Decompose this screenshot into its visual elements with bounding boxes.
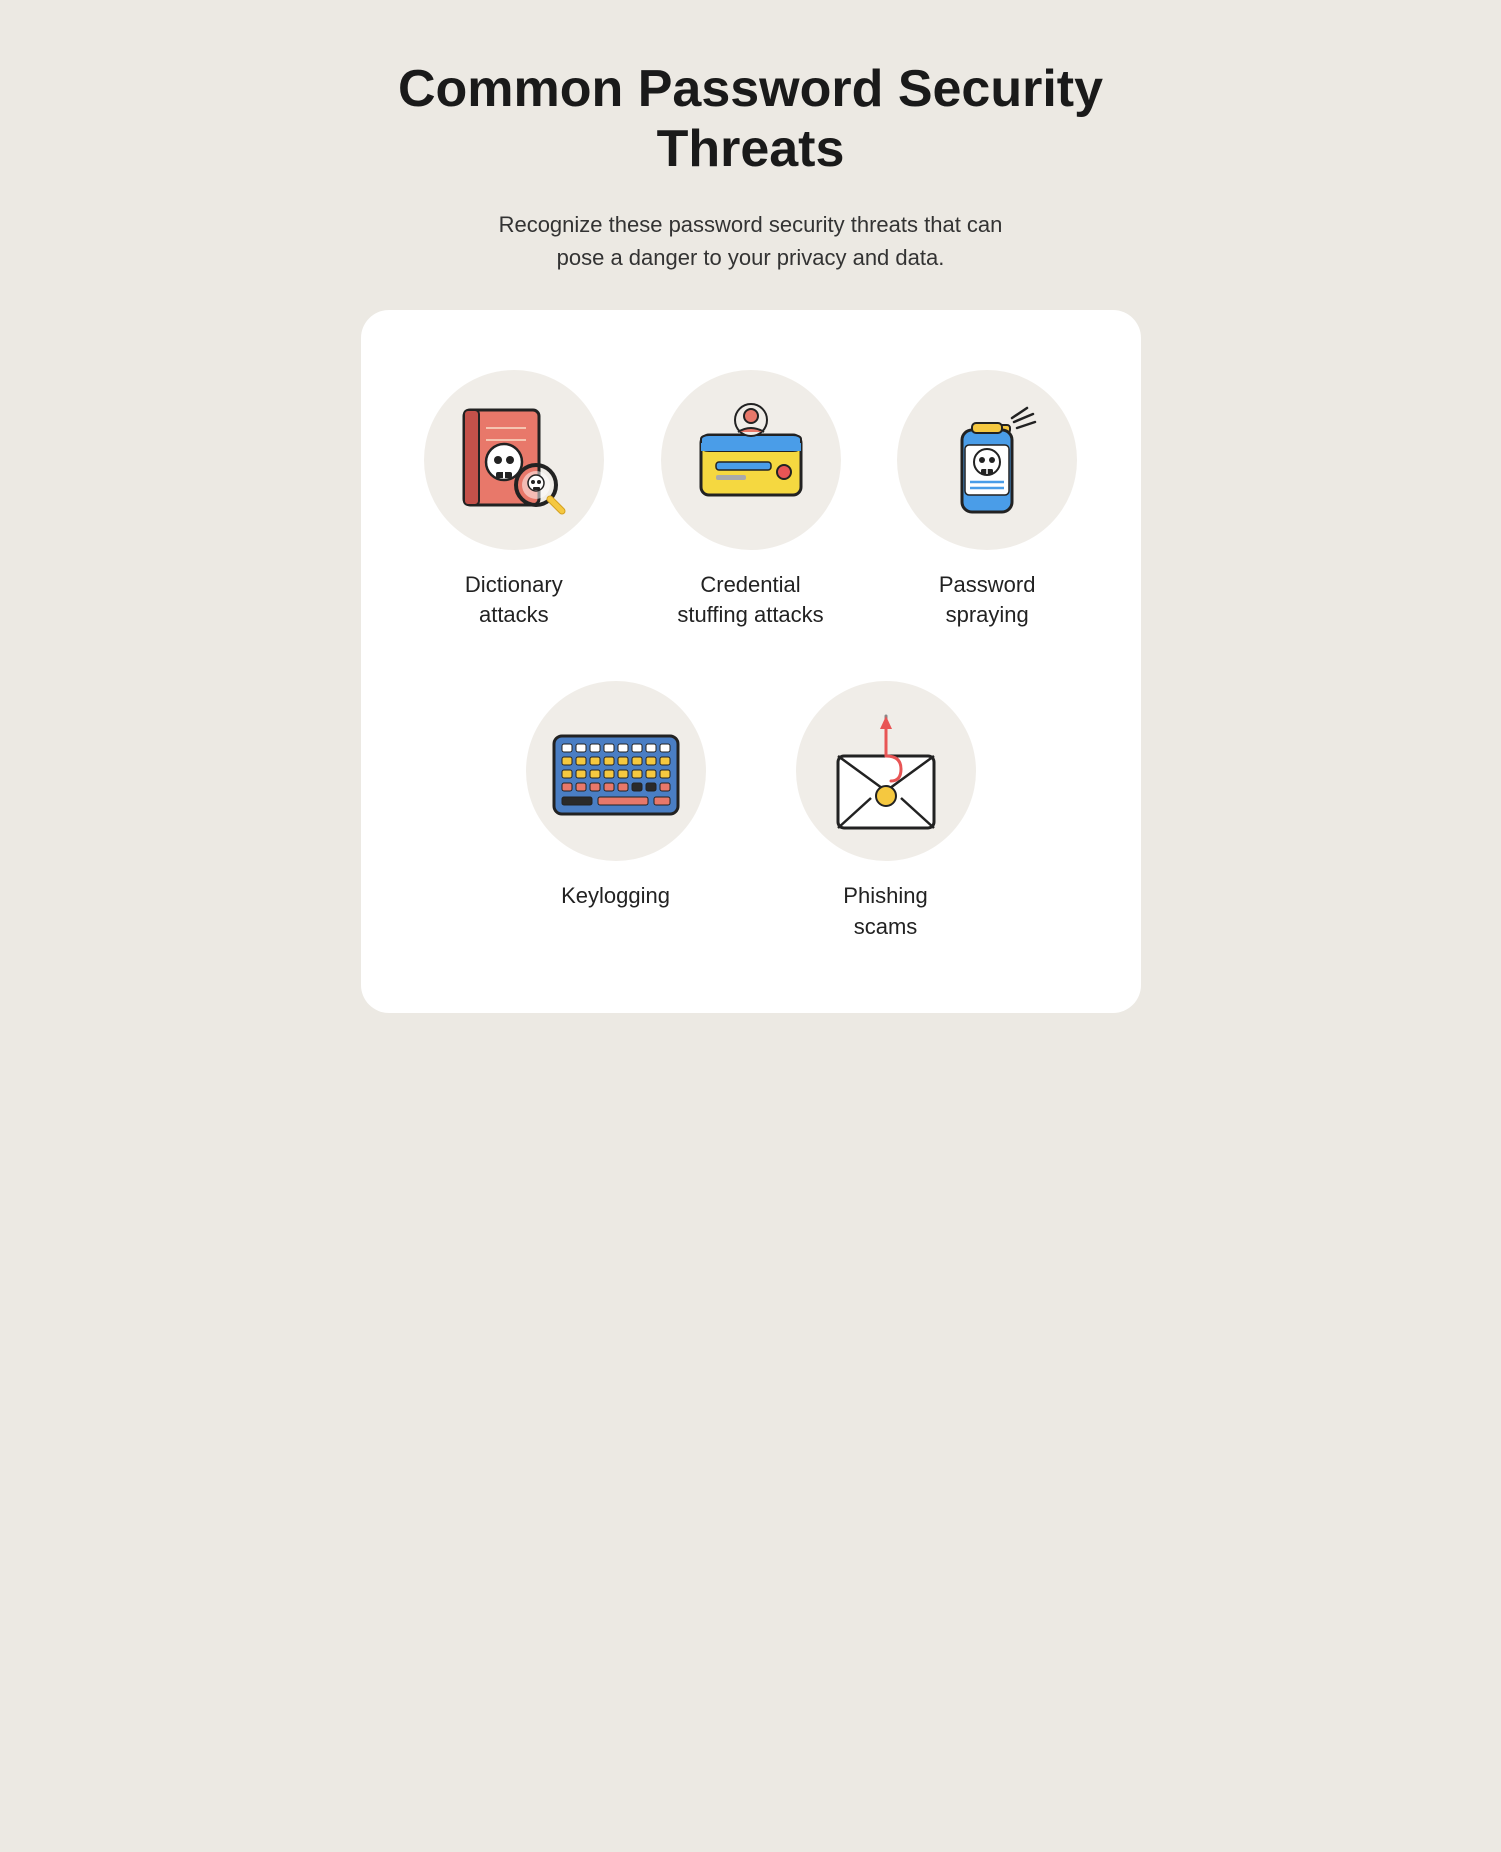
spray-icon <box>917 390 1057 530</box>
threat-label-phishing: Phishingscams <box>843 881 927 943</box>
threats-row-2: Keylogging <box>411 681 1091 943</box>
icon-circle-keylogging <box>526 681 706 861</box>
icon-circle-phishing <box>796 681 976 861</box>
icon-circle-dictionary <box>424 370 604 550</box>
threat-item-dictionary: Dictionaryattacks <box>411 370 618 632</box>
threats-row-1: Dictionaryattacks <box>411 370 1091 632</box>
page-subtitle: Recognize these password security threat… <box>491 208 1011 274</box>
threat-item-keylogging: Keylogging <box>506 681 726 943</box>
credential-icon <box>681 390 821 530</box>
dictionary-icon <box>444 390 584 530</box>
phishing-icon <box>816 701 956 841</box>
page-title: Common Password Security Threats <box>381 60 1121 180</box>
threat-label-keylogging: Keylogging <box>561 881 670 912</box>
threat-label-dictionary: Dictionaryattacks <box>465 570 563 632</box>
page-container: Common Password Security Threats Recogni… <box>361 60 1141 1013</box>
threat-item-credential: Credentialstuffing attacks <box>647 370 854 632</box>
icon-circle-credential <box>661 370 841 550</box>
threat-label-credential: Credentialstuffing attacks <box>677 570 823 632</box>
threat-label-spray: Passwordspraying <box>939 570 1036 632</box>
threat-item-phishing: Phishingscams <box>776 681 996 943</box>
keyboard-icon <box>536 701 696 841</box>
threat-item-spray: Passwordspraying <box>884 370 1091 632</box>
threats-card: Dictionaryattacks <box>361 310 1141 1013</box>
icon-circle-spray <box>897 370 1077 550</box>
header-section: Common Password Security Threats Recogni… <box>361 60 1141 274</box>
